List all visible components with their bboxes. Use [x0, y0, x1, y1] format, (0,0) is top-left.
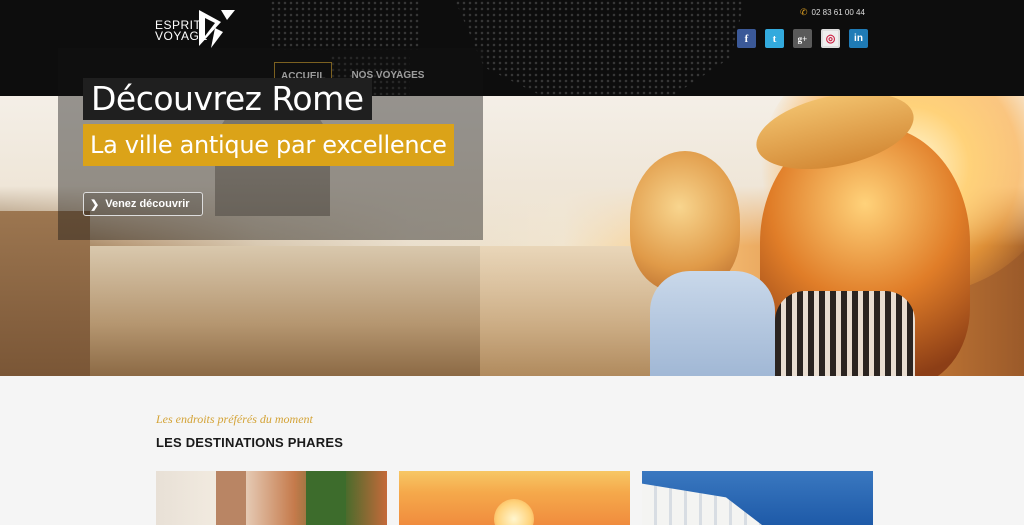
chevron-right-icon: ❯ — [90, 198, 100, 211]
world-map-dots — [270, 0, 420, 50]
hero-title: Découvrez Rome — [83, 78, 372, 120]
twitter-icon[interactable]: t — [765, 29, 784, 48]
header-phone[interactable]: ✆ 02 83 61 00 44 — [800, 7, 865, 18]
instagram-icon[interactable]: ◎ — [821, 29, 840, 48]
section-title: LES DESTINATIONS PHARES — [156, 435, 344, 450]
card-image-detail — [216, 471, 246, 525]
phone-number: 02 83 61 00 44 — [811, 8, 865, 17]
linkedin-icon[interactable]: in — [849, 29, 868, 48]
hero-haze — [480, 246, 660, 376]
card-image-detail — [306, 471, 346, 525]
hero-girl — [630, 151, 740, 291]
world-map-dots — [455, 0, 745, 96]
card-image-detail — [642, 483, 762, 525]
logo-arrow-icon — [199, 10, 235, 48]
hero-cta-label: Venez découvrir — [105, 198, 190, 210]
card-image-detail — [494, 499, 534, 525]
phone-icon: ✆ — [800, 7, 808, 17]
google-plus-icon[interactable]: g+ — [793, 29, 812, 48]
destination-card[interactable] — [156, 471, 387, 525]
hero-cta-button[interactable]: ❯ Venez découvrir — [83, 192, 203, 216]
social-links: f t g+ ◎ in — [737, 29, 868, 48]
destination-card[interactable] — [399, 471, 630, 525]
hero-woman-dress — [775, 291, 915, 376]
facebook-icon[interactable]: f — [737, 29, 756, 48]
destination-card[interactable] — [642, 471, 873, 525]
hero-subtitle: La ville antique par excellence — [83, 124, 454, 166]
hero-girl-dress — [650, 271, 775, 376]
site-logo[interactable]: ESPRIT VOYAGE — [155, 8, 245, 50]
section-kicker: Les endroits préférés du moment — [156, 412, 313, 426]
